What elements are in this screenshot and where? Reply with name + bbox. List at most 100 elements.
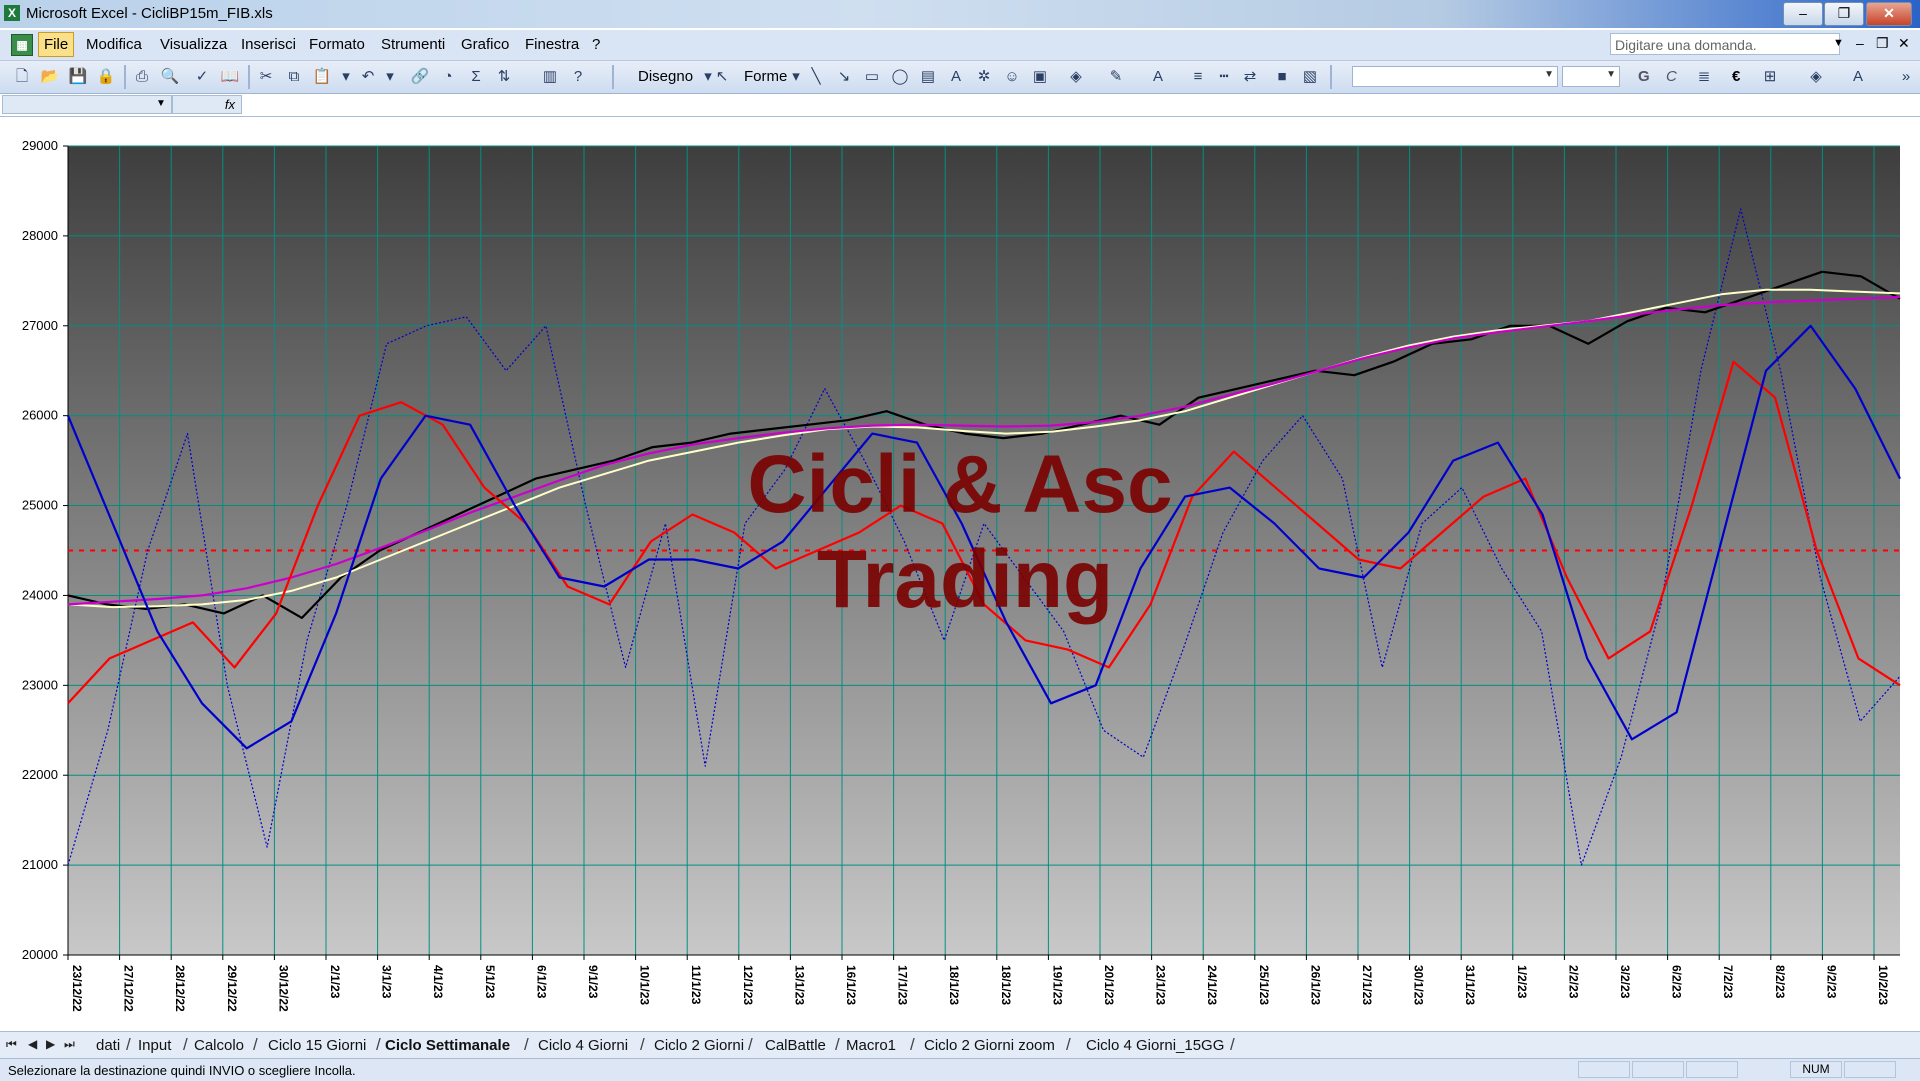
sheet-tab[interactable]: Ciclo 15 Giorni (268, 1037, 366, 1054)
y-tick-label: 28000 (22, 228, 58, 243)
tab-divider: / (1066, 1035, 1071, 1054)
line-color-icon[interactable]: ✎ (1106, 67, 1126, 87)
font-name-select[interactable]: ▼ (1352, 66, 1558, 87)
diagram-icon[interactable]: ✲ (974, 67, 994, 87)
menu-file[interactable]: File (38, 32, 75, 57)
sheet-tab[interactable]: Input (138, 1037, 171, 1054)
sheet-tab[interactable]: Calcolo (194, 1037, 244, 1054)
y-tick-label: 29000 (22, 138, 58, 153)
euro-button[interactable]: € (1732, 68, 1740, 85)
open-folder-icon[interactable]: 📂 (40, 67, 60, 87)
research-icon[interactable]: 📖 (220, 67, 240, 87)
sheet-tab[interactable]: CalBattle (765, 1037, 826, 1054)
help-icon[interactable]: ? (568, 67, 588, 87)
cell-fill-icon[interactable]: ◈ (1806, 67, 1826, 87)
rectangle-tool-icon[interactable]: ▭ (862, 67, 882, 87)
x-tick-label: 9/1/23 (586, 965, 600, 999)
tab-divider: / (640, 1035, 645, 1054)
close-button[interactable]: ✕ (1866, 2, 1912, 26)
paste-icon[interactable]: 📋 (312, 67, 332, 87)
sort-icon[interactable]: ⇅ (494, 67, 514, 87)
menu-grafico[interactable]: Grafico (461, 36, 509, 53)
paste-dropdown-icon[interactable]: ▾ (336, 67, 356, 87)
last-sheet-icon[interactable]: ⏭ (64, 1037, 75, 1052)
sheet-tab[interactable]: Ciclo Settimanale (385, 1037, 510, 1054)
new-file-icon[interactable]: 🗋 (12, 67, 32, 87)
select-pointer-icon[interactable]: ↖ (712, 67, 732, 87)
y-tick-label: 22000 (22, 767, 58, 782)
menu-formato[interactable]: Formato (309, 36, 365, 53)
cut-icon[interactable]: ✂ (256, 67, 276, 87)
menu-finestra[interactable]: Finestra (525, 36, 579, 53)
shadow-icon[interactable]: ■ (1272, 67, 1292, 87)
menu-help[interactable]: ? (592, 36, 600, 53)
maximize-button[interactable]: ❐ (1824, 2, 1864, 26)
doc-minimize-button[interactable]: – (1856, 35, 1864, 51)
shapes-menu-button[interactable]: Forme (744, 68, 787, 85)
undo-dropdown-icon[interactable]: ▾ (380, 67, 400, 87)
align-icon[interactable]: ≣ (1694, 67, 1714, 87)
cell-font-color-icon[interactable]: A (1848, 67, 1868, 87)
sheet-tab[interactable]: Ciclo 4 Giorni_15GG (1086, 1037, 1224, 1054)
first-sheet-icon[interactable]: ⏮ (6, 1037, 17, 1052)
menu-modifica[interactable]: Modifica (86, 36, 142, 53)
doc-restore-button[interactable]: ❐ (1876, 35, 1889, 52)
sheet-tab[interactable]: Macro1 (846, 1037, 896, 1054)
3d-style-icon[interactable]: ▧ (1300, 67, 1320, 87)
font-size-select[interactable]: ▼ (1562, 66, 1620, 87)
x-tick-label: 1/2/23 (1515, 965, 1529, 999)
toolbar-separator (124, 65, 126, 89)
arrow-tool-icon[interactable]: ↘ (834, 67, 854, 87)
menu-strumenti[interactable]: Strumenti (381, 36, 445, 53)
sheet-tab[interactable]: Ciclo 2 Giorni (654, 1037, 744, 1054)
x-tick-label: 30/12/22 (276, 965, 290, 1012)
print-preview-icon[interactable]: 🔍 (160, 67, 180, 87)
bold-button[interactable]: G (1638, 68, 1650, 85)
sheet-tab[interactable]: Ciclo 2 Giorni zoom (924, 1037, 1055, 1054)
next-sheet-icon[interactable]: ▶ (46, 1037, 55, 1051)
chart-wizard-icon[interactable]: ◔ (438, 67, 458, 87)
draw-menu-button[interactable]: Disegno (638, 68, 693, 85)
prev-sheet-icon[interactable]: ◀ (28, 1037, 37, 1051)
print-icon[interactable]: ⎙ (132, 67, 152, 87)
sheet-tab[interactable]: Ciclo 4 Giorni (538, 1037, 628, 1054)
hyperlink-icon[interactable]: 🔗 (410, 67, 430, 87)
x-tick-label: 27/1/23 (1360, 965, 1374, 1005)
clipart-icon[interactable]: ☺ (1002, 67, 1022, 87)
minimize-button[interactable]: – (1783, 2, 1823, 26)
shapes-dropdown-icon[interactable]: ▾ (786, 67, 806, 87)
chart-area[interactable]: 20000 21000 22000 23000 24000 25000 26000 27000… (0, 117, 1920, 1030)
menu-visualizza[interactable]: Visualizza (160, 36, 227, 53)
arrow-style-icon[interactable]: ⇄ (1240, 67, 1260, 87)
insert-function-icon[interactable]: fx (172, 95, 242, 114)
permission-icon[interactable]: 🔒 (96, 67, 116, 87)
doc-close-button[interactable]: ✕ (1898, 35, 1910, 52)
copy-icon[interactable]: ⧉ (284, 67, 304, 87)
wordart-icon[interactable]: A (946, 67, 966, 87)
font-color-icon[interactable]: A (1148, 67, 1168, 87)
oval-tool-icon[interactable]: ◯ (890, 67, 910, 87)
x-tick-label: 4/1/23 (431, 965, 445, 999)
toolbar-options-icon[interactable]: » (1896, 67, 1916, 87)
line-tool-icon[interactable]: ╲ (806, 67, 826, 87)
fill-color-icon[interactable]: ◈ (1066, 67, 1086, 87)
menu-inserisci[interactable]: Inserisci (241, 36, 296, 53)
chart-icon[interactable]: ▥ (540, 67, 560, 87)
sheet-tab[interactable]: dati (96, 1037, 120, 1054)
autosum-icon[interactable]: Σ (466, 67, 486, 87)
dash-style-icon[interactable]: ┅ (1214, 67, 1234, 87)
spelling-icon[interactable]: ✓ (192, 67, 212, 87)
help-search-input[interactable]: Digitare una domanda. (1610, 33, 1840, 55)
workbook-icon[interactable]: ▦ (11, 34, 33, 56)
x-tick-label: 27/12/22 (122, 965, 136, 1012)
name-box[interactable]: ▼ (2, 95, 172, 114)
menu-bar: ▦ File Modifica Visualizza Inserisci For… (0, 30, 1920, 61)
borders-icon[interactable]: ⊞ (1760, 67, 1780, 87)
help-dropdown-icon[interactable]: ▼ (1833, 37, 1844, 49)
line-style-icon[interactable]: ≡ (1188, 67, 1208, 87)
italic-button[interactable]: C (1666, 68, 1677, 85)
textbox-tool-icon[interactable]: ▤ (918, 67, 938, 87)
undo-icon[interactable]: ↶ (358, 67, 378, 87)
picture-icon[interactable]: ▣ (1030, 67, 1050, 87)
save-icon[interactable]: 💾 (68, 67, 88, 87)
